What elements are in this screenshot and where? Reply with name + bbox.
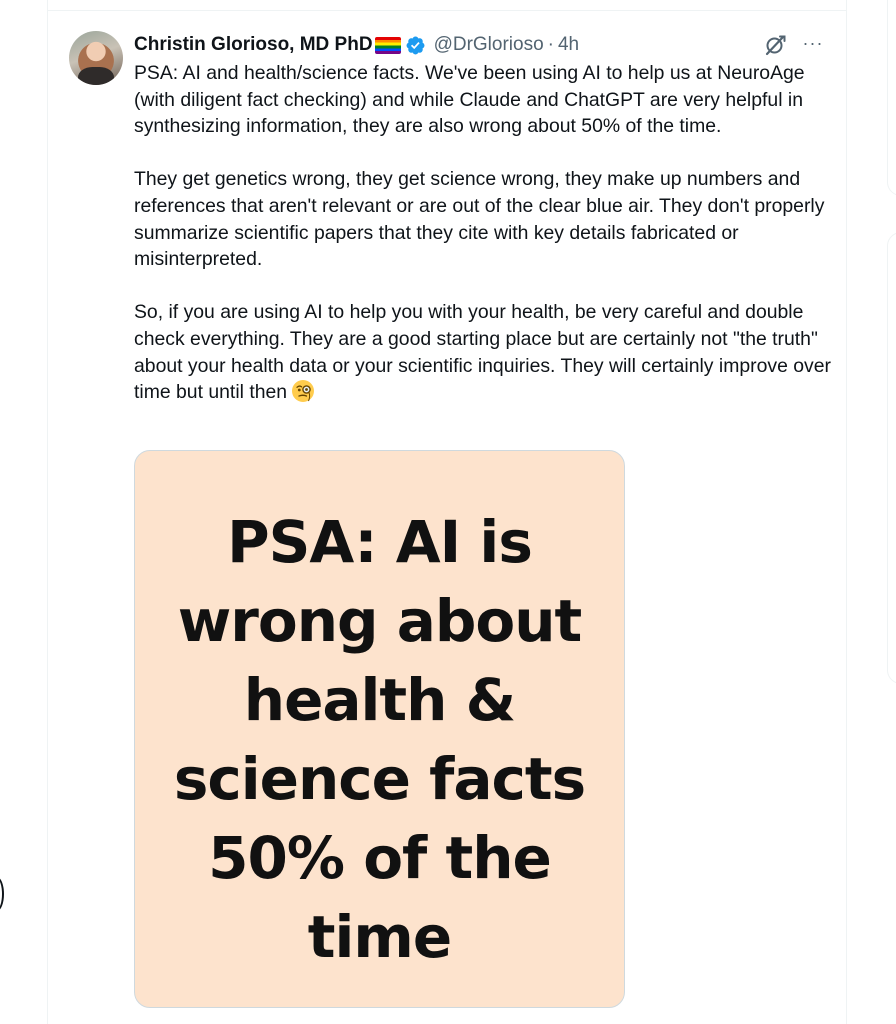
- media-line: PSA: AI is: [227, 508, 533, 576]
- face-with-monocle-icon: [292, 380, 315, 403]
- side-panel-card: [887, 232, 896, 684]
- author-handle[interactable]: @DrGlorioso: [434, 34, 544, 56]
- tweet-page: Christin Glorioso, MD PhD @DrGlorioso · …: [0, 0, 896, 1024]
- rainbow-flag-icon: [374, 36, 401, 54]
- tweet-header: Christin Glorioso, MD PhD @DrGlorioso · …: [134, 33, 579, 57]
- author-display-name[interactable]: Christin Glorioso, MD PhD: [134, 34, 373, 56]
- verified-badge-icon[interactable]: [405, 35, 426, 56]
- avatar-body: [78, 67, 114, 85]
- tweet-text: PSA: AI and health/science facts. We've …: [134, 60, 834, 406]
- timestamp[interactable]: 4h: [558, 34, 579, 56]
- separator-dot: ·: [547, 34, 554, 55]
- edge-fragment: [0, 877, 4, 911]
- column-border-right: [846, 0, 847, 1024]
- media-line: wrong about: [177, 587, 583, 655]
- media-line: 50% of the: [208, 824, 552, 892]
- column-border-left: [47, 0, 48, 1024]
- top-divider: [47, 10, 847, 11]
- tweet-paragraph-text: So, if you are using AI to help you with…: [134, 301, 837, 404]
- tweet-media-image[interactable]: PSA: AI is wrong about health & science …: [134, 450, 625, 1008]
- tweet-paragraph: PSA: AI and health/science facts. We've …: [134, 62, 810, 138]
- media-caption: PSA: AI is wrong about health & science …: [135, 503, 624, 977]
- media-line: science facts: [173, 745, 586, 813]
- media-line: health &: [243, 666, 516, 734]
- more-icon[interactable]: ···: [800, 30, 826, 56]
- avatar[interactable]: [69, 31, 123, 85]
- tweet-paragraph: So, if you are using AI to help you with…: [134, 299, 834, 405]
- media-line: time: [307, 903, 452, 971]
- tweet-paragraph: They get genetics wrong, they get scienc…: [134, 168, 830, 271]
- grok-icon[interactable]: [763, 33, 787, 57]
- side-panel-card: [887, 0, 896, 196]
